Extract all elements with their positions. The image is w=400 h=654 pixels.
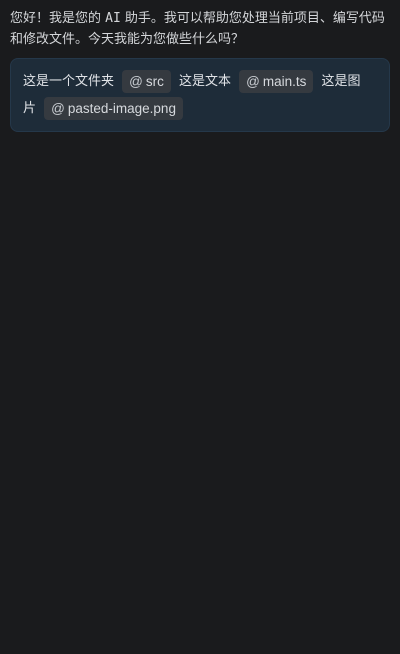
at-icon: @	[129, 74, 143, 89]
at-icon: @	[51, 101, 65, 116]
mention-chip-label: src	[145, 74, 164, 89]
mention-chip-image[interactable]: @ pasted-image.png	[44, 97, 183, 120]
mention-chip-file[interactable]: @ main.ts	[239, 70, 314, 93]
assistant-message-text-1: 您好！我是您的	[10, 11, 106, 26]
assistant-message-ai: AI	[105, 11, 121, 26]
chat-panel: 您好！我是您的 AI 助手。我可以帮助您处理当前项目、编写代码和修改文件。今天我…	[0, 0, 400, 654]
mention-chip-label: pasted-image.png	[67, 101, 176, 116]
assistant-message: 您好！我是您的 AI 助手。我可以帮助您处理当前项目、编写代码和修改文件。今天我…	[10, 8, 390, 50]
at-icon: @	[246, 74, 260, 89]
mention-chip-label: main.ts	[262, 74, 307, 89]
user-message-text-file: 这是文本	[179, 74, 232, 89]
mention-chip-folder[interactable]: @ src	[122, 70, 171, 93]
user-message-bubble: 这是一个文件夹 @ src 这是文本 @ main.ts 这是图片 @ past…	[10, 58, 390, 132]
user-message-text-folder: 这是一个文件夹	[23, 74, 115, 89]
